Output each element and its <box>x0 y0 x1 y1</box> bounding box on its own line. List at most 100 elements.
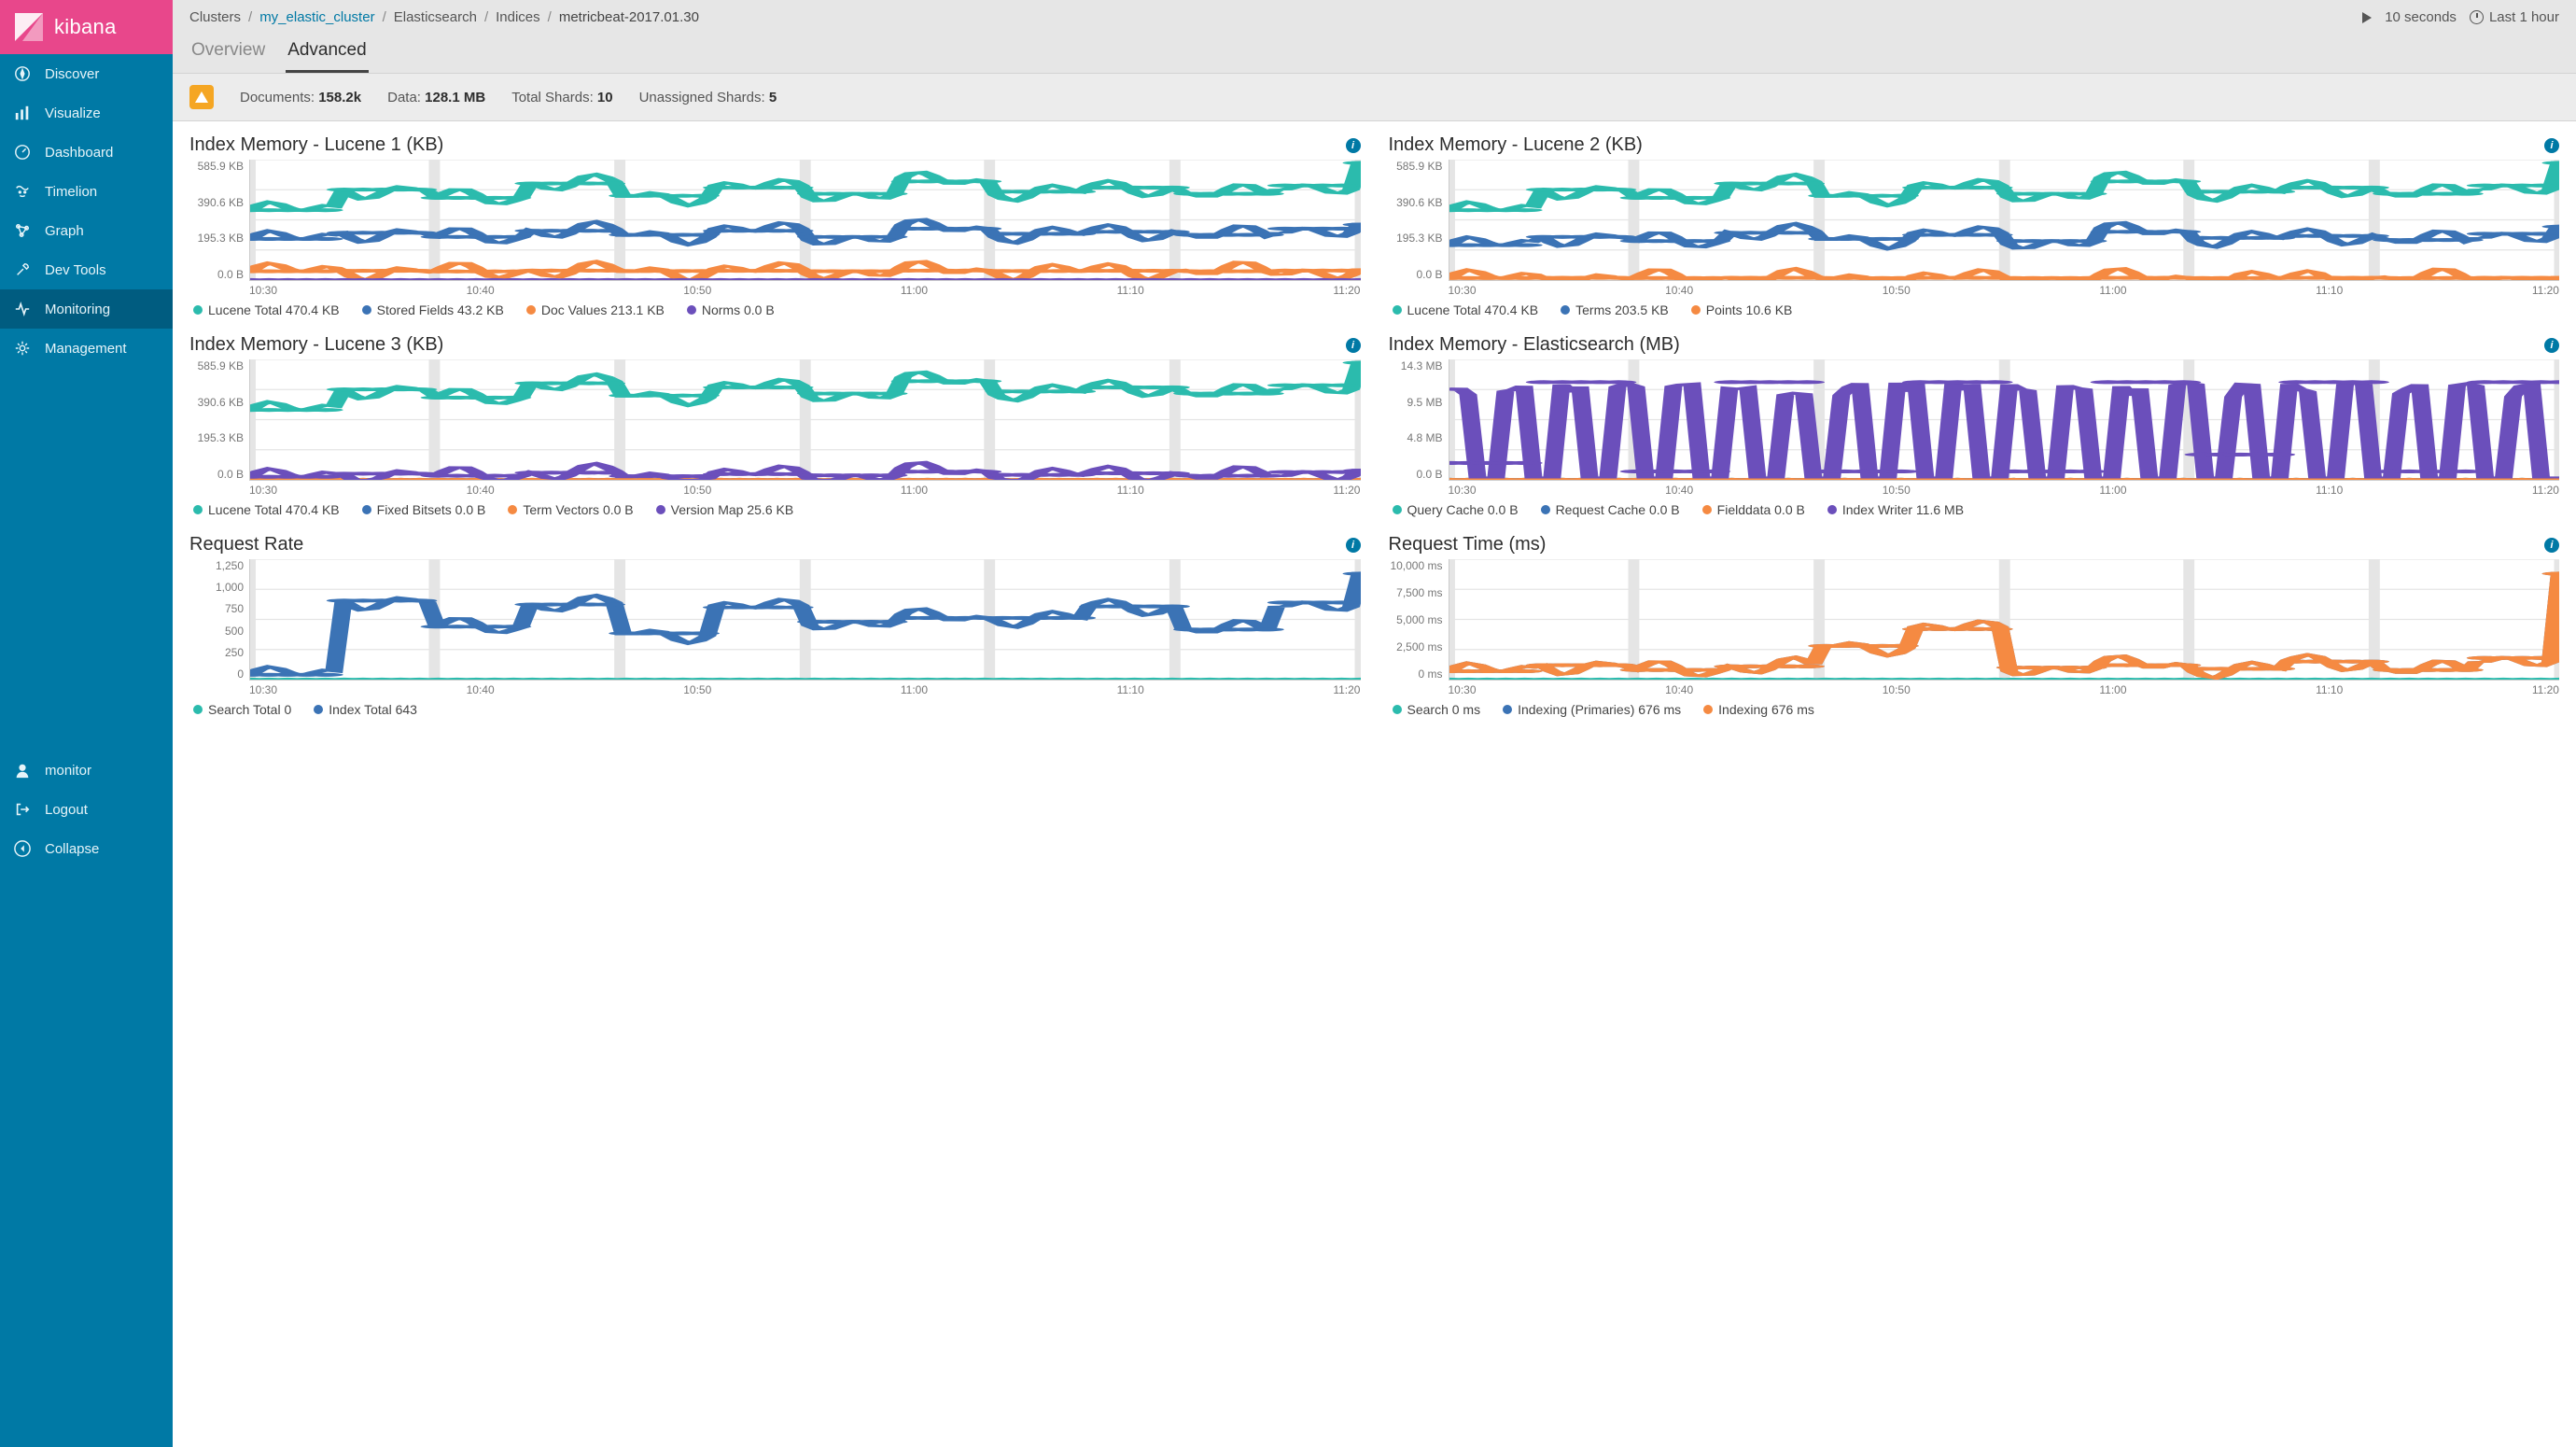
sidebar-item-label: Graph <box>45 223 84 239</box>
legend-item[interactable]: Fielddata 0.0 B <box>1702 502 1805 517</box>
sidebar-item-label: Visualize <box>45 105 101 121</box>
legend: Lucene Total 470.4 KB Terms 203.5 KB Point… <box>1389 302 2560 317</box>
legend-item[interactable]: Request Cache 0.0 B <box>1541 502 1680 517</box>
main: Clusters / my_elastic_cluster / Elasticsearc… <box>173 0 2576 1447</box>
statusbar: Documents: 158.2k Data: 128.1 MB Total S… <box>173 74 2576 121</box>
play-icon[interactable] <box>2362 12 2372 23</box>
chart: 585.9 KB390.6 KB195.3 KB0.0 B <box>189 160 1361 281</box>
legend-item[interactable]: Search 0 ms <box>1393 702 1481 717</box>
legend: Search 0 ms Indexing (Primaries) 676 ms In… <box>1389 702 2560 717</box>
legend-swatch <box>314 705 323 714</box>
plot-area[interactable] <box>249 559 1361 681</box>
info-icon[interactable]: i <box>1346 138 1361 153</box>
legend-swatch <box>1827 505 1837 514</box>
legend-label: Term Vectors 0.0 B <box>523 502 633 517</box>
legend-label: Fielddata 0.0 B <box>1717 502 1805 517</box>
sidebar-item-visualize[interactable]: Visualize <box>0 93 173 133</box>
breadcrumb-clusters[interactable]: Clusters <box>189 9 241 25</box>
legend-item[interactable]: Stored Fields 43.2 KB <box>362 302 504 317</box>
legend-swatch <box>656 505 665 514</box>
legend-swatch <box>1503 705 1512 714</box>
legend-label: Search Total 0 <box>208 702 291 717</box>
sidebar-item-graph[interactable]: Graph <box>0 211 173 250</box>
x-axis: 10:3010:4010:5011:0011:1011:20 <box>1389 284 2560 297</box>
sidebar-item-label: Collapse <box>45 841 99 857</box>
sidebar-item-discover[interactable]: Discover <box>0 54 173 93</box>
x-axis: 10:3010:4010:5011:0011:1011:20 <box>189 284 1361 297</box>
info-icon[interactable]: i <box>2544 138 2559 153</box>
legend: Lucene Total 470.4 KB Stored Fields 43.2 … <box>189 302 1361 317</box>
plot-area[interactable] <box>1449 559 2560 681</box>
plot-area[interactable] <box>249 160 1361 281</box>
time-range[interactable]: Last 1 hour <box>2470 9 2559 25</box>
legend-item[interactable]: Fixed Bitsets 0.0 B <box>362 502 486 517</box>
tab-advanced[interactable]: Advanced <box>286 35 369 73</box>
legend-item[interactable]: Doc Values 213.1 KB <box>526 302 665 317</box>
kibana-logo-icon <box>13 11 45 43</box>
sidebar-item-collapse[interactable]: Collapse <box>0 829 173 868</box>
legend-item[interactable]: Terms 203.5 KB <box>1561 302 1669 317</box>
sidebar-item-timelion[interactable]: Timelion <box>0 172 173 211</box>
legend-item[interactable]: Lucene Total 470.4 KB <box>193 302 340 317</box>
sidebar-item-user[interactable]: monitor <box>0 751 173 790</box>
legend-label: Version Map 25.6 KB <box>671 502 794 517</box>
refresh-interval[interactable]: 10 seconds <box>2385 9 2457 25</box>
chart: 14.3 MB9.5 MB4.8 MB0.0 B <box>1389 359 2560 481</box>
topbar: Clusters / my_elastic_cluster / Elasticsearc… <box>173 0 2576 74</box>
breadcrumb-my-elastic-cluster[interactable]: my_elastic_cluster <box>259 9 374 25</box>
logo[interactable]: kibana <box>0 0 173 54</box>
chart: 1,2501,0007505002500 <box>189 559 1361 681</box>
info-icon[interactable]: i <box>1346 338 1361 353</box>
legend: Lucene Total 470.4 KB Fixed Bitsets 0.0 B… <box>189 502 1361 517</box>
legend-item[interactable]: Lucene Total 470.4 KB <box>1393 302 1539 317</box>
legend-swatch <box>1561 305 1570 315</box>
legend-item[interactable]: Query Cache 0.0 B <box>1393 502 1519 517</box>
warning-icon[interactable] <box>189 85 214 109</box>
chart: 585.9 KB390.6 KB195.3 KB0.0 B <box>189 359 1361 481</box>
sidebar-item-dashboard[interactable]: Dashboard <box>0 133 173 172</box>
legend-swatch <box>526 305 536 315</box>
y-axis: 10,000 ms7,500 ms5,000 ms2,500 ms0 ms <box>1389 559 1449 681</box>
tabs: Overview Advanced <box>173 29 2576 73</box>
legend-label: Stored Fields 43.2 KB <box>377 302 504 317</box>
legend-swatch <box>687 305 696 315</box>
sidebar-item-monitoring[interactable]: Monitoring <box>0 289 173 329</box>
info-icon[interactable]: i <box>2544 538 2559 553</box>
legend-label: Norms 0.0 B <box>702 302 775 317</box>
sidebar-item-management[interactable]: Management <box>0 329 173 368</box>
info-icon[interactable]: i <box>2544 338 2559 353</box>
legend-swatch <box>1393 705 1402 714</box>
panel-title: Index Memory - Lucene 2 (KB) <box>1389 134 1643 156</box>
legend-item[interactable]: Term Vectors 0.0 B <box>508 502 633 517</box>
sidebar-item-devtools[interactable]: Dev Tools <box>0 250 173 289</box>
breadcrumb-elasticsearch[interactable]: Elasticsearch <box>394 9 477 25</box>
breadcrumb-metricbeat-2017-01-30: metricbeat-2017.01.30 <box>559 9 699 25</box>
legend-label: Lucene Total 470.4 KB <box>208 302 340 317</box>
plot-area[interactable] <box>249 359 1361 481</box>
sidebar-item-label: Dashboard <box>45 145 113 161</box>
y-axis: 585.9 KB390.6 KB195.3 KB0.0 B <box>1389 160 1449 281</box>
breadcrumb-sep: / <box>383 9 386 25</box>
legend-item[interactable]: Search Total 0 <box>193 702 291 717</box>
breadcrumb-indices[interactable]: Indices <box>496 9 540 25</box>
stat-unassigned: Unassigned Shards: 5 <box>639 90 777 105</box>
plot-area[interactable] <box>1449 359 2560 481</box>
legend-item[interactable]: Indexing 676 ms <box>1703 702 1814 717</box>
info-icon[interactable]: i <box>1346 538 1361 553</box>
tab-overview[interactable]: Overview <box>189 35 267 73</box>
plot-area[interactable] <box>1449 160 2560 281</box>
sidebar-item-label: Discover <box>45 66 99 82</box>
sidebar-item-logout[interactable]: Logout <box>0 790 173 829</box>
legend-item[interactable]: Index Total 643 <box>314 702 417 717</box>
legend-swatch <box>1702 505 1712 514</box>
breadcrumb-sep: / <box>484 9 488 25</box>
panel-3: Index Memory - Elasticsearch (MB) i 14.3… <box>1389 334 2560 517</box>
legend-item[interactable]: Points 10.6 KB <box>1691 302 1793 317</box>
legend-item[interactable]: Lucene Total 470.4 KB <box>193 502 340 517</box>
legend-label: Fixed Bitsets 0.0 B <box>377 502 486 517</box>
legend-item[interactable]: Indexing (Primaries) 676 ms <box>1503 702 1681 717</box>
graph-icon <box>13 221 32 240</box>
legend-item[interactable]: Norms 0.0 B <box>687 302 775 317</box>
legend-item[interactable]: Version Map 25.6 KB <box>656 502 794 517</box>
legend-item[interactable]: Index Writer 11.6 MB <box>1827 502 1964 517</box>
